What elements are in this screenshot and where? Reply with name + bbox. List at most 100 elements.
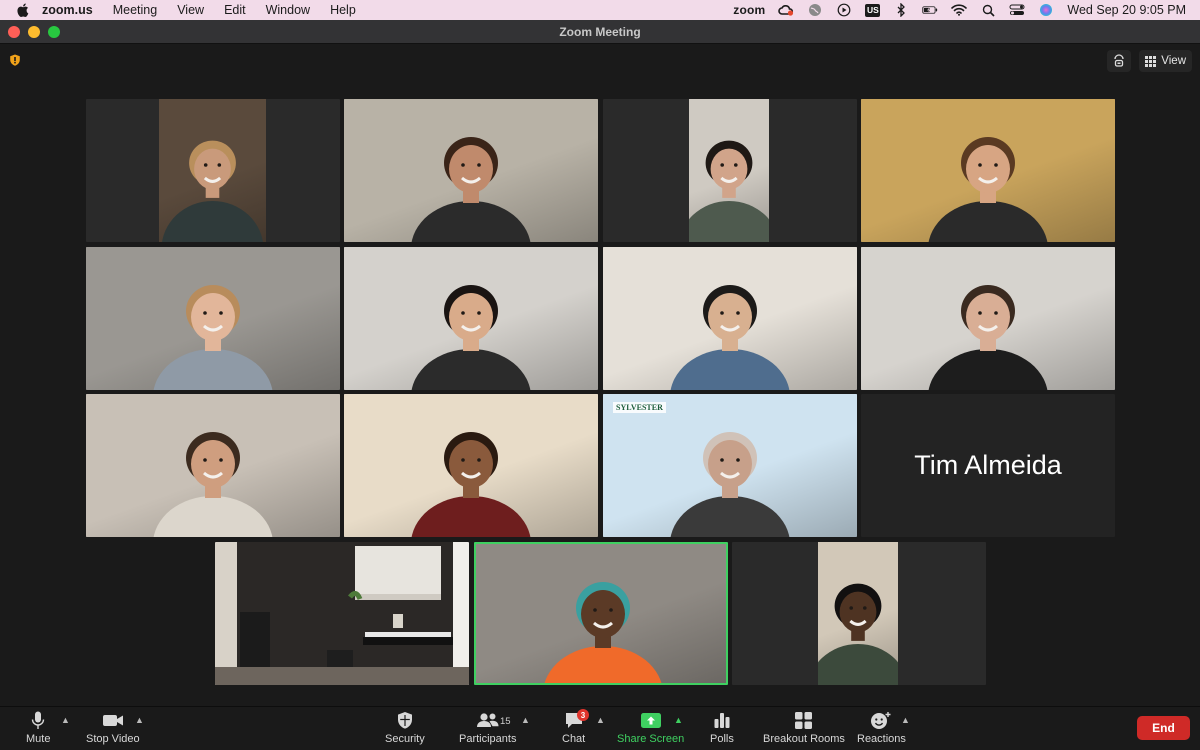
participant-silhouette [153, 285, 273, 390]
participant-tile[interactable] [732, 542, 986, 685]
view-button[interactable]: View [1139, 50, 1192, 72]
polls-button[interactable]: Polls [710, 711, 734, 745]
globe-icon[interactable] [807, 3, 823, 17]
participant-video [159, 99, 266, 242]
participant-silhouette [544, 582, 662, 683]
chat-options-caret[interactable]: ▲ [596, 715, 605, 725]
participant-tile[interactable] [603, 99, 857, 242]
window-title: Zoom Meeting [559, 24, 641, 39]
security-button[interactable]: Security [385, 711, 425, 745]
participant-tile[interactable] [86, 394, 340, 537]
participant-tile[interactable] [86, 99, 340, 242]
zoom-window-button[interactable] [48, 26, 60, 38]
participant-tile[interactable]: SYLVESTER [603, 394, 857, 537]
encryption-shield-icon[interactable] [9, 53, 21, 66]
participant-silhouette [411, 285, 531, 390]
participant-tile[interactable] [861, 247, 1115, 390]
share-options-caret[interactable]: ▲ [674, 715, 683, 725]
participant-video [603, 247, 857, 390]
participant-tile[interactable] [603, 247, 857, 390]
battery-icon[interactable] [922, 3, 938, 17]
menu-help[interactable]: Help [330, 3, 356, 17]
chat-label: Chat [562, 733, 586, 745]
menu-app-name[interactable]: zoom.us [42, 3, 93, 17]
sylvester-logo: SYLVESTER [613, 402, 666, 413]
video-options-caret[interactable]: ▲ [135, 715, 144, 725]
participant-video [807, 542, 909, 685]
window-controls [8, 26, 60, 38]
menubar-clock[interactable]: Wed Sep 20 9:05 PM [1067, 3, 1186, 17]
mute-label: Mute [26, 733, 51, 745]
control-center-icon[interactable] [1009, 3, 1025, 17]
video-camera-icon [102, 715, 123, 726]
microphone-icon [32, 711, 45, 729]
participant-silhouette [670, 285, 790, 390]
reactions-button[interactable]: Reactions [857, 711, 906, 745]
participant-silhouette [411, 432, 531, 537]
participant-video [86, 247, 340, 390]
participant-video [344, 99, 598, 242]
input-source-badge[interactable]: US [865, 3, 881, 17]
participant-tile[interactable] [474, 542, 728, 685]
end-meeting-button[interactable]: End [1137, 716, 1190, 740]
smiley-plus-icon [871, 712, 891, 729]
security-label: Security [385, 733, 425, 745]
minimize-window-button[interactable] [28, 26, 40, 38]
wifi-icon[interactable] [951, 3, 968, 17]
participant-video [678, 99, 780, 242]
menu-view[interactable]: View [177, 3, 204, 17]
breakout-rooms-button[interactable]: Breakout Rooms [763, 711, 845, 745]
view-button-label: View [1161, 55, 1186, 67]
menu-edit[interactable]: Edit [224, 3, 246, 17]
reactions-options-caret[interactable]: ▲ [901, 715, 910, 725]
zoom-status-item[interactable]: zoom [733, 3, 765, 17]
bar-chart-icon [714, 713, 730, 728]
breakout-rooms-icon [795, 712, 813, 729]
participant-silhouette [678, 140, 780, 242]
shield-icon [397, 712, 412, 729]
participant-silhouette [153, 432, 273, 537]
menu-meeting[interactable]: Meeting [113, 3, 157, 17]
search-icon[interactable] [980, 3, 996, 17]
participant-tile[interactable] [344, 99, 598, 242]
participant-silhouette [411, 137, 531, 242]
close-window-button[interactable] [8, 26, 20, 38]
breakout-rooms-label: Breakout Rooms [763, 733, 845, 745]
play-circle-icon[interactable] [836, 3, 852, 17]
participant-video [344, 394, 598, 537]
participant-name: Tim Almeida [914, 450, 1062, 480]
participant-video [344, 247, 598, 390]
participant-video [476, 544, 726, 683]
macos-menu-bar: zoom.us Meeting View Edit Window Help zo… [0, 0, 1200, 20]
participant-video [86, 394, 340, 537]
mute-button[interactable]: Mute [26, 711, 50, 745]
participants-options-caret[interactable]: ▲ [521, 715, 530, 725]
immersive-icon [1114, 54, 1124, 67]
participant-silhouette [162, 140, 263, 242]
participants-label: Participants [459, 733, 517, 745]
participant-tile[interactable] [344, 394, 598, 537]
chat-unread-badge: 3 [577, 709, 589, 721]
polls-label: Polls [710, 733, 734, 745]
audio-options-caret[interactable]: ▲ [61, 715, 70, 725]
bluetooth-icon[interactable] [893, 3, 909, 17]
participant-silhouette [928, 285, 1048, 390]
participants-icon [476, 713, 499, 727]
participant-silhouette [670, 432, 790, 537]
participant-silhouette [807, 583, 909, 685]
menu-window[interactable]: Window [266, 3, 310, 17]
window-title-bar: Zoom Meeting [0, 20, 1200, 44]
apple-icon[interactable] [16, 3, 30, 17]
participant-tile[interactable] [86, 247, 340, 390]
participant-tile[interactable]: Tim Almeida [861, 394, 1115, 537]
participant-tile[interactable] [861, 99, 1115, 242]
participant-video [215, 542, 469, 685]
participant-tile[interactable] [215, 542, 469, 685]
stop-video-button[interactable]: Stop Video [86, 711, 140, 745]
participant-tile[interactable] [344, 247, 598, 390]
reactions-label: Reactions [857, 733, 906, 745]
siri-icon[interactable] [1038, 3, 1054, 17]
creative-cloud-icon[interactable] [778, 3, 794, 17]
immersive-view-button[interactable] [1107, 50, 1132, 72]
room-scene [215, 542, 469, 685]
